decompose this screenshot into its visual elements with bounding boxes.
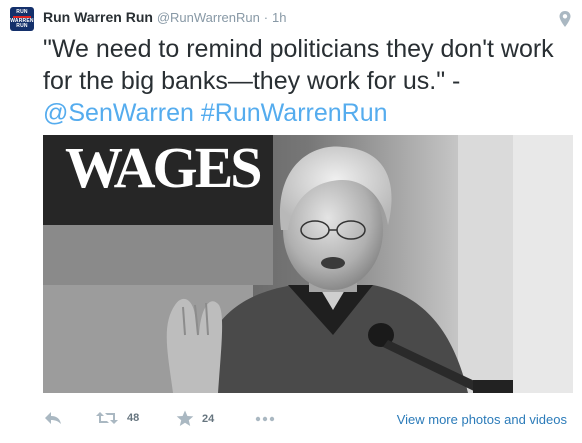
separator-dot: · [263, 10, 269, 25]
reply-button[interactable] [43, 410, 63, 426]
tweet-text: "We need to remind politicians they don'… [43, 33, 573, 129]
view-more-photos-link[interactable]: View more photos and videos [397, 412, 567, 427]
tweet-photo[interactable]: WAGES [43, 135, 573, 393]
author-handle[interactable]: @RunWarrenRun [157, 10, 260, 25]
avatar[interactable]: RUN WARREN RUN [10, 7, 34, 31]
more-dots-icon [255, 416, 275, 422]
map-pin-icon[interactable] [558, 10, 572, 28]
hashtag-link[interactable]: #RunWarrenRun [201, 99, 388, 127]
tweet-header: Run Warren Run @RunWarrenRun · 1h [43, 8, 552, 27]
more-button[interactable] [255, 416, 275, 422]
retweet-button[interactable]: 48 [95, 410, 139, 426]
timestamp[interactable]: 1h [272, 10, 286, 25]
favorite-button[interactable]: 24 [176, 410, 214, 427]
favorite-count: 24 [202, 412, 215, 425]
retweet-count: 48 [127, 412, 140, 424]
star-icon [176, 410, 194, 426]
author-name[interactable]: Run Warren Run [43, 9, 153, 25]
photo-sign-text: WAGES [65, 135, 260, 200]
reply-icon [45, 412, 61, 424]
avatar-text-top: RUN [16, 8, 28, 15]
tweet-actions: 48 24 View more photos and videos [43, 408, 572, 434]
avatar-text-bottom: RUN [16, 22, 28, 29]
tweet-quote: "We need to remind politicians they don'… [43, 35, 554, 95]
retweet-icon [96, 412, 118, 424]
mention-link[interactable]: @SenWarren [43, 99, 194, 127]
photo-graphic: WAGES [43, 135, 573, 393]
